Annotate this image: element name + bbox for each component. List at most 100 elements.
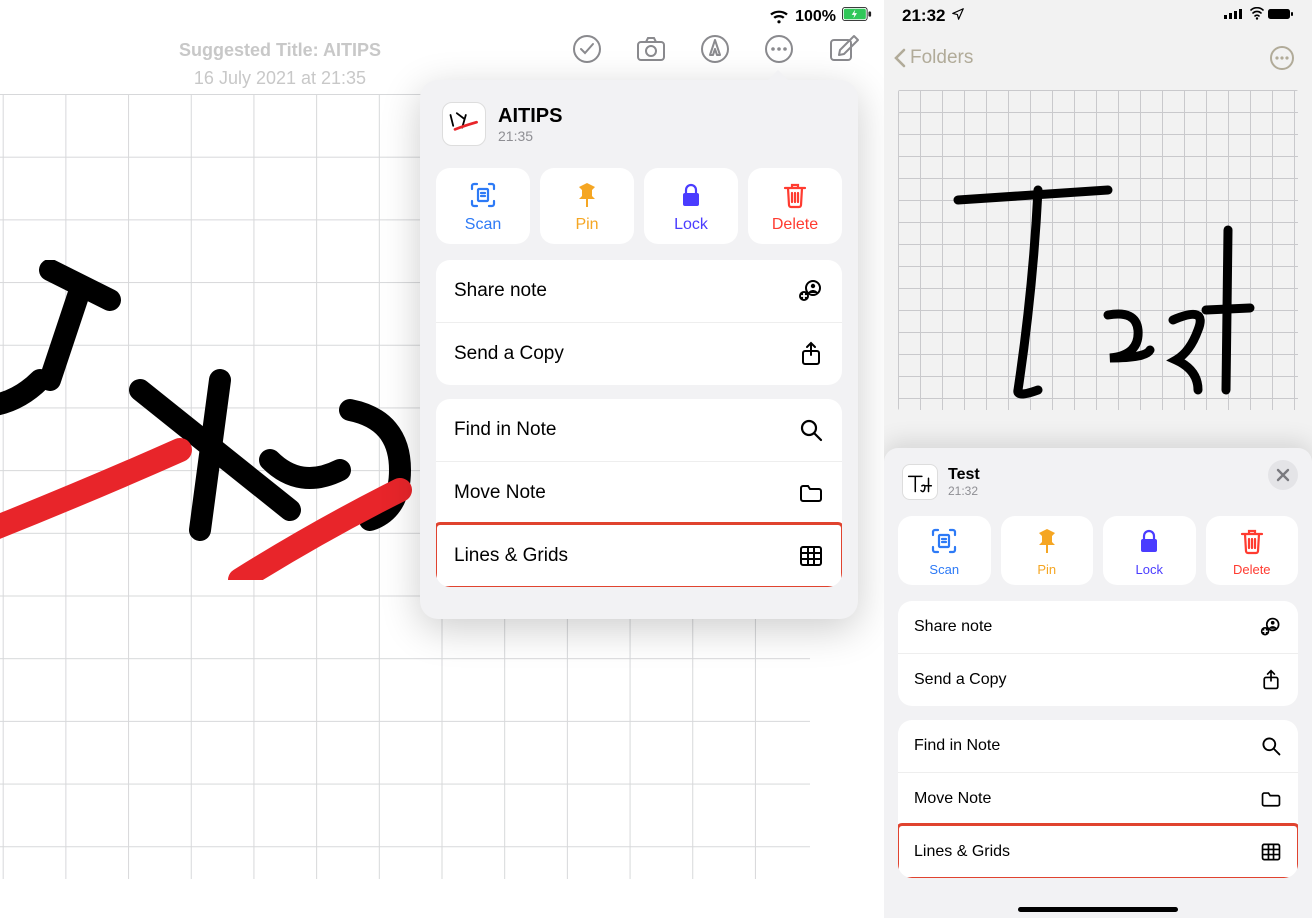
status-indicators bbox=[1224, 6, 1294, 26]
lock-button[interactable]: Lock bbox=[1103, 516, 1196, 585]
sheet-title: Test bbox=[948, 466, 980, 484]
grid-icon bbox=[1260, 841, 1282, 863]
scan-button[interactable]: Scan bbox=[898, 516, 991, 585]
send-copy-item[interactable]: Send a Copy bbox=[436, 322, 842, 385]
menu-group-1: Share note Send a Copy bbox=[436, 260, 842, 385]
location-icon bbox=[951, 6, 965, 26]
folder-icon bbox=[1260, 788, 1282, 810]
send-copy-item[interactable]: Send a Copy bbox=[898, 653, 1298, 706]
grid-icon bbox=[798, 543, 824, 569]
share-sheet-icon bbox=[1260, 669, 1282, 691]
move-label: Move Note bbox=[454, 482, 546, 504]
chevron-left-icon bbox=[892, 48, 906, 68]
home-indicator[interactable] bbox=[1018, 907, 1178, 912]
close-button[interactable] bbox=[1268, 460, 1298, 490]
battery-charging-icon bbox=[842, 6, 872, 27]
lines-grids-item[interactable]: Lines & Grids bbox=[436, 524, 842, 587]
camera-icon[interactable] bbox=[634, 32, 668, 66]
share-note-item[interactable]: Share note bbox=[436, 260, 842, 322]
scan-button[interactable]: Scan bbox=[436, 168, 530, 244]
lock-label: Lock bbox=[1136, 562, 1163, 577]
share-note-label: Share note bbox=[914, 618, 992, 636]
pin-label: Pin bbox=[1037, 562, 1056, 577]
delete-button[interactable]: Delete bbox=[1206, 516, 1299, 585]
quick-actions-row: Scan Pin Lock Delete bbox=[898, 516, 1298, 585]
find-label: Find in Note bbox=[914, 737, 1000, 755]
menu-group-2: Find in Note Move Note Lines & Grids bbox=[436, 399, 842, 587]
compose-icon[interactable] bbox=[826, 32, 860, 66]
note-thumbnail bbox=[902, 464, 938, 500]
ipad-note-toolbar bbox=[570, 32, 860, 66]
move-note-item[interactable]: Move Note bbox=[436, 461, 842, 524]
note-grid-canvas[interactable] bbox=[898, 90, 1298, 410]
send-copy-label: Send a Copy bbox=[454, 343, 564, 365]
trash-icon bbox=[780, 180, 810, 210]
ipad-status-bar: 100% bbox=[769, 6, 872, 27]
pin-button[interactable]: Pin bbox=[1001, 516, 1094, 585]
delete-label: Delete bbox=[772, 216, 818, 234]
note-date-text: 16 July 2021 at 21:35 bbox=[140, 64, 420, 92]
popover-title: AITIPS bbox=[498, 105, 562, 128]
share-note-item[interactable]: Share note bbox=[898, 601, 1298, 653]
delete-label: Delete bbox=[1233, 562, 1271, 577]
find-in-note-item[interactable]: Find in Note bbox=[898, 720, 1298, 772]
markup-icon[interactable] bbox=[698, 32, 732, 66]
lines-grids-item[interactable]: Lines & Grids bbox=[898, 825, 1298, 878]
sheet-time: 21:32 bbox=[948, 484, 980, 498]
wifi-icon bbox=[769, 9, 789, 25]
lines-grids-label: Lines & Grids bbox=[454, 545, 568, 567]
back-label: Folders bbox=[910, 47, 973, 69]
scan-icon bbox=[468, 180, 498, 210]
lines-grids-label: Lines & Grids bbox=[914, 843, 1010, 861]
more-icon[interactable] bbox=[1268, 44, 1296, 72]
delete-button[interactable]: Delete bbox=[748, 168, 842, 244]
iphone-status-bar: 21:32 bbox=[884, 0, 1312, 32]
popover-header: AITIPS 21:35 bbox=[436, 98, 842, 162]
popover-time: 21:35 bbox=[498, 128, 562, 144]
find-label: Find in Note bbox=[454, 419, 556, 441]
send-copy-label: Send a Copy bbox=[914, 671, 1007, 689]
note-thumbnail bbox=[442, 102, 486, 146]
scan-label: Scan bbox=[929, 562, 959, 577]
status-time: 21:32 bbox=[902, 6, 945, 26]
share-sheet-icon bbox=[798, 341, 824, 367]
more-icon[interactable] bbox=[762, 32, 796, 66]
iphone-nav: Folders bbox=[884, 32, 1312, 78]
share-collab-icon bbox=[1260, 616, 1282, 638]
menu-group-2: Find in Note Move Note Lines & Grids bbox=[898, 720, 1298, 878]
suggested-title-text: Suggested Title: AITIPS bbox=[140, 36, 420, 64]
share-collab-icon bbox=[798, 278, 824, 304]
scan-icon bbox=[929, 526, 959, 556]
quick-actions-row: Scan Pin Lock Delete bbox=[436, 168, 842, 244]
pin-label: Pin bbox=[575, 216, 598, 234]
scan-label: Scan bbox=[465, 216, 501, 234]
move-label: Move Note bbox=[914, 790, 991, 808]
battery-percent: 100% bbox=[795, 8, 836, 26]
iphone-screen: 21:32 Folders bbox=[884, 0, 1312, 918]
share-note-label: Share note bbox=[454, 280, 547, 302]
menu-group-1: Share note Send a Copy bbox=[898, 601, 1298, 706]
lock-label: Lock bbox=[674, 216, 708, 234]
back-button[interactable]: Folders bbox=[892, 47, 973, 69]
pin-icon bbox=[572, 180, 602, 210]
note-options-sheet: Test 21:32 Scan Pin Lock bbox=[884, 448, 1312, 918]
sheet-header: Test 21:32 bbox=[898, 460, 1298, 510]
lock-button[interactable]: Lock bbox=[644, 168, 738, 244]
note-meta-overlay: Suggested Title: AITIPS 16 July 2021 at … bbox=[140, 36, 420, 92]
checklist-icon[interactable] bbox=[570, 32, 604, 66]
find-in-note-item[interactable]: Find in Note bbox=[436, 399, 842, 461]
note-options-popover: AITIPS 21:35 Scan Pin Lock bbox=[420, 80, 858, 619]
search-icon bbox=[1260, 735, 1282, 757]
pin-button[interactable]: Pin bbox=[540, 168, 634, 244]
ipad-screen: 100% Suggested Title: AITIPS 16 July 202… bbox=[0, 0, 884, 918]
lock-icon bbox=[676, 180, 706, 210]
folder-icon bbox=[798, 480, 824, 506]
handwriting-doodle bbox=[0, 260, 470, 580]
move-note-item[interactable]: Move Note bbox=[898, 772, 1298, 825]
pin-icon bbox=[1032, 526, 1062, 556]
lock-icon bbox=[1134, 526, 1164, 556]
trash-icon bbox=[1237, 526, 1267, 556]
search-icon bbox=[798, 417, 824, 443]
handwriting-test bbox=[898, 90, 1298, 410]
close-icon bbox=[1276, 468, 1290, 482]
